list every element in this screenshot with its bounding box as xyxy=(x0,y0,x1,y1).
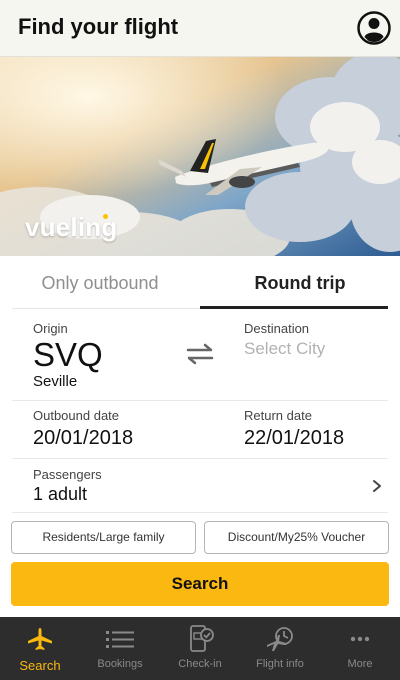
user-circle-icon xyxy=(357,11,391,45)
nav-item-more[interactable]: More xyxy=(320,617,400,680)
chevron-right-icon xyxy=(371,479,383,493)
return-date-label: Return date xyxy=(244,408,312,423)
origin-city: Seville xyxy=(33,373,78,390)
passengers-value: 1 adult xyxy=(33,484,88,504)
swap-arrows-icon xyxy=(186,343,214,365)
list-icon xyxy=(106,631,134,648)
profile-button[interactable] xyxy=(356,10,392,46)
divider xyxy=(12,400,388,401)
tab-round-trip[interactable]: Round trip xyxy=(200,256,400,310)
nav-label-checkin: Check-in xyxy=(178,658,222,670)
tab-only-outbound[interactable]: Only outbound xyxy=(0,256,200,310)
nav-item-bookings[interactable]: Bookings xyxy=(80,617,160,680)
active-tab-indicator xyxy=(200,306,388,309)
plane-clock-icon xyxy=(267,627,293,651)
origin-code: SVQ xyxy=(33,336,103,373)
more-dots-icon xyxy=(350,636,370,642)
search-button[interactable]: Search xyxy=(11,562,389,606)
discount-voucher-button[interactable]: Discount/My25% Voucher xyxy=(204,521,389,554)
nav-label-more: More xyxy=(347,658,373,670)
destination-label: Destination xyxy=(244,321,310,336)
outbound-date-value: 20/01/2018 xyxy=(33,427,134,449)
bottom-nav: Search Bookings Check-in Flight info Mor… xyxy=(0,617,400,680)
airplane-icon xyxy=(28,628,52,650)
origin-label: Origin xyxy=(33,321,68,336)
divider xyxy=(12,512,388,513)
nav-label-search: Search xyxy=(19,658,61,673)
nav-item-search[interactable]: Search xyxy=(0,617,80,680)
phone-checkin-icon xyxy=(190,625,214,652)
trip-type-tabs: Only outbound Round trip xyxy=(0,256,400,310)
app-bar: Find your flight xyxy=(0,0,400,57)
return-date-value: 22/01/2018 xyxy=(244,427,345,449)
nav-label-bookings: Bookings xyxy=(97,658,143,670)
nav-item-checkin[interactable]: Check-in xyxy=(160,617,240,680)
destination-placeholder: Select City xyxy=(244,339,326,358)
brand-logo-dot xyxy=(103,214,108,219)
passengers-label: Passengers xyxy=(33,467,102,482)
divider xyxy=(12,458,388,459)
residents-large-family-button[interactable]: Residents/Large family xyxy=(11,521,196,554)
outbound-date-label: Outbound date xyxy=(33,408,120,423)
nav-item-flight-info[interactable]: Flight info xyxy=(240,617,320,680)
page-title: Find your flight xyxy=(18,14,179,39)
nav-label-flight-info: Flight info xyxy=(256,658,304,670)
swap-button[interactable] xyxy=(186,343,214,365)
